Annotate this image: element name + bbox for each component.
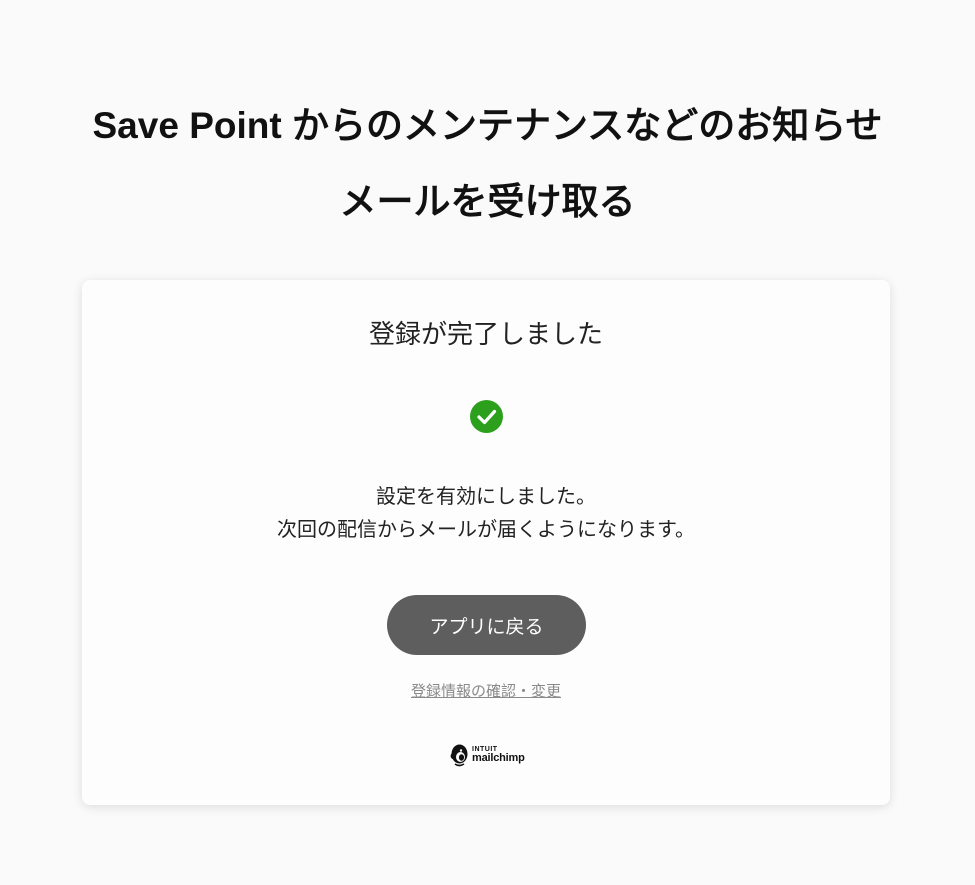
settings-link[interactable]: 登録情報の確認・変更 — [411, 682, 561, 700]
message-line-2: 次回の配信からメールが届くようになります。 — [277, 517, 695, 541]
page-title-line-1: Save Point からのメンテナンスなどのお知らせ — [92, 105, 883, 146]
page-title-line-2: メールを受け取る — [339, 181, 636, 222]
brand-text: INTUIT mailchimp — [472, 746, 525, 764]
check-circle-icon — [470, 400, 503, 433]
card-heading: 登録が完了しました — [368, 320, 603, 350]
confirmation-message: 設定を有効にしました。 次回の配信からメールが届くようになります。 — [82, 480, 890, 546]
confirmation-card: 登録が完了しました 設定を有効にしました。 次回の配信からメールが届くようになり… — [82, 280, 890, 805]
settings-link-container: 登録情報の確認・変更 — [82, 680, 890, 702]
message-line-1: 設定を有効にしました。 — [376, 484, 596, 508]
mailchimp-brand[interactable]: INTUIT mailchimp — [449, 742, 525, 768]
mailchimp-logo-icon — [450, 744, 468, 767]
page-title: Save Point からのメンテナンスなどのお知らせ メールを受け取る — [0, 88, 975, 240]
brand-mailchimp: mailchimp — [472, 752, 525, 764]
return-to-app-button[interactable]: アプリに戻る — [387, 595, 586, 655]
